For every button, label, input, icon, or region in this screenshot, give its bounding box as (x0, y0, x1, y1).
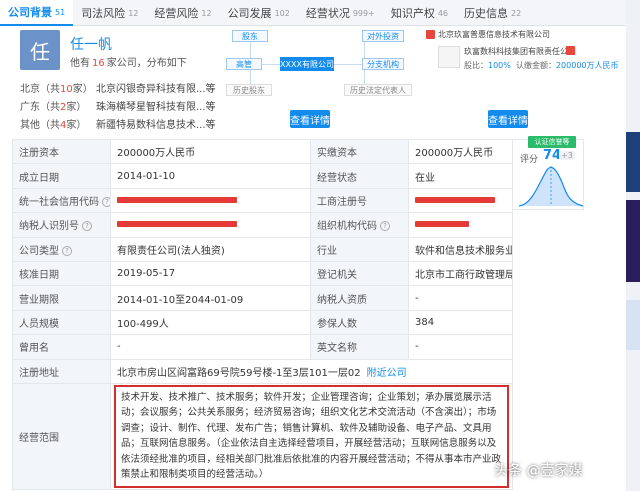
diagram-outbound-investment[interactable]: 对外投资 (362, 30, 404, 42)
tab-business-status[interactable]: 经营状况 999+ (298, 0, 383, 26)
field-value-redacted (110, 187, 311, 214)
legal-person-name[interactable]: 任一帆 (70, 34, 112, 54)
holding-parent-title: 北京玖富普惠信息技术有限公司 (438, 30, 550, 39)
table-row: 核准日期 2019-05-17 登记机关 北京市工商行政管理局房山分局 (12, 260, 513, 287)
table-row: 纳税人识别号? 组织机构代码? (12, 212, 513, 238)
field-label: 营业期限 (12, 285, 111, 311)
redaction-mark (117, 221, 237, 228)
field-value: 在业 (408, 163, 513, 189)
table-row: 注册地址 北京市房山区阎富路69号院59号楼-1至3层101一层02 附近公司 (12, 358, 513, 384)
company-logo-icon (438, 46, 460, 68)
field-value: 200000万人民币 (408, 138, 513, 165)
diagram-center-company: XXXX有限公司 (280, 57, 334, 71)
table-row: 成立日期 2014-01-10 经营状态 在业 (12, 163, 513, 189)
table-row: 人员规模 100-499人 参保人数 384 (12, 309, 513, 336)
field-value-redacted (408, 212, 513, 238)
field-value-redacted (110, 212, 311, 238)
field-value: 2014-01-10至2044-01-09 (110, 285, 311, 311)
side-banner-image (626, 132, 640, 192)
field-label: 核准日期 (12, 260, 111, 287)
diagram-connector (334, 64, 364, 65)
help-icon[interactable]: ? (380, 221, 390, 232)
field-label: 英文名称 (310, 334, 409, 360)
field-value: - (110, 334, 311, 360)
score-label: 评分 (520, 155, 539, 165)
field-value: 200000万人民币 (110, 138, 311, 165)
diagram-branch[interactable]: 分支机构 (362, 58, 404, 70)
field-value: 384 (408, 309, 513, 336)
field-value-scope: 技术开发、技术推广、技术服务；软件开发；企业管理咨询；企业策划；承办展览展示活动… (110, 382, 513, 490)
field-value: 100-499人 (110, 309, 311, 336)
score-certification-tag: 认证信誉等 (528, 136, 576, 148)
field-label: 纳税人资质 (310, 285, 409, 311)
holding-badge-icon (566, 46, 575, 55)
side-banner-image (626, 200, 640, 282)
tab-company-development[interactable]: 公司发展 102 (220, 0, 298, 26)
holding-detail-line: 股比：100% 认缴金额：200000万人民币 (464, 61, 619, 70)
table-row: 注册资本 200000万人民币 实缴资本 200000万人民币 (12, 138, 513, 165)
holding-company-name[interactable]: 玖富数科科技集团有限责任公司 (464, 46, 576, 57)
table-row: 曾用名 - 英文名称 - (12, 334, 513, 360)
region-row[interactable]: 其他（共4家） 新疆特易数科信息技术...等 (20, 116, 216, 131)
redaction-mark (415, 221, 469, 228)
holding-badge-icon (426, 30, 435, 39)
field-label: 行业 (310, 236, 409, 262)
field-value-redacted (408, 187, 513, 214)
field-value-address: 北京市房山区阎富路69号院59号楼-1至3层101一层02 附近公司 (110, 358, 513, 384)
field-label-with-help: 组织机构代码? (310, 212, 409, 238)
field-label: 登记机关 (310, 260, 409, 287)
nearby-companies-link[interactable]: 附近公司 (367, 368, 407, 379)
field-value: - (408, 285, 513, 311)
field-value: 有限责任公司(法人独资) (110, 236, 311, 262)
table-row: 公司类型? 有限责任公司(法人独资) 行业 软件和信息技术服务业 (12, 236, 513, 262)
region-row[interactable]: 北京（共10家） 北京闪银奇异科技有限...等 (20, 80, 216, 95)
tab-judicial-risk[interactable]: 司法风险 12 (73, 0, 146, 26)
field-label: 工商注册号 (310, 187, 409, 214)
help-icon[interactable]: ? (62, 245, 72, 256)
field-value: 2014-01-10 (110, 163, 311, 189)
field-label: 人员规模 (12, 309, 111, 336)
field-label: 成立日期 (12, 163, 111, 189)
tab-history-info[interactable]: 历史信息 22 (456, 0, 529, 26)
table-row: 经营范围 技术开发、技术推广、技术服务；软件开发；企业管理咨询；企业策划；承办展… (12, 382, 513, 490)
diagram-detail-button[interactable]: 查看详情 (290, 110, 330, 128)
avatar: 任 (20, 30, 60, 70)
region-row[interactable]: 广东（共2家） 珠海横琴星智科技有限...等 (20, 98, 216, 113)
field-value: 2019-05-17 (110, 260, 311, 287)
holding-detail-button[interactable]: 查看详情 (488, 110, 528, 128)
field-label: 参保人数 (310, 309, 409, 336)
diagram-history-shareholder[interactable]: 历史股东 (226, 84, 272, 96)
field-value: 软件和信息技术服务业 (408, 236, 513, 262)
diagram-executive[interactable]: 高管 (226, 58, 262, 70)
field-value: 北京市工商行政管理局房山分局 (408, 260, 513, 287)
score-diff-badge: +3 (559, 151, 575, 160)
tab-operation-risk[interactable]: 经营风险 12 (146, 0, 219, 26)
field-label: 注册地址 (12, 358, 111, 384)
watermark: 头条 @壹家媒 (494, 463, 583, 479)
company-info-table: 注册资本 200000万人民币 实缴资本 200000万人民币 成立日期 201… (12, 138, 513, 490)
field-label: 经营范围 (12, 382, 111, 490)
field-label: 注册资本 (12, 138, 111, 165)
field-label: 曾用名 (12, 334, 111, 360)
field-label: 实缴资本 (310, 138, 409, 165)
side-banner-image (626, 300, 640, 350)
help-icon[interactable]: ? (82, 221, 92, 232)
field-label-with-help: 统一社会信用代码? (12, 187, 111, 214)
tab-intellectual-property[interactable]: 知识产权 46 (383, 0, 456, 26)
tab-bar: 公司背景 51 司法风险 12 经营风险 12 公司发展 102 经营状况 999+ 知识… (0, 0, 626, 26)
business-scope-text: 技术开发、技术推广、技术服务；软件开发；企业管理咨询；企业策划；承办展览展示活动… (114, 384, 509, 488)
diagram-history-legal-rep[interactable]: 历史法定代表人 (344, 84, 412, 96)
field-label-with-help: 纳税人识别号? (12, 212, 111, 238)
redaction-mark (117, 196, 237, 203)
diagram-shareholder[interactable]: 股东 (232, 30, 268, 42)
help-icon[interactable]: ? (102, 196, 110, 207)
field-label: 经营状态 (310, 163, 409, 189)
field-label-with-help: 公司类型? (12, 236, 111, 262)
redaction-mark (415, 196, 495, 203)
table-row: 营业期限 2014-01-10至2044-01-09 纳税人资质 - (12, 285, 513, 311)
table-row: 统一社会信用代码? 工商注册号 (12, 187, 513, 214)
tab-company-background[interactable]: 公司背景 51 (0, 0, 74, 26)
field-value: - (408, 334, 513, 360)
person-company-summary: 他有 16 家公司，分布如下 (70, 58, 187, 69)
